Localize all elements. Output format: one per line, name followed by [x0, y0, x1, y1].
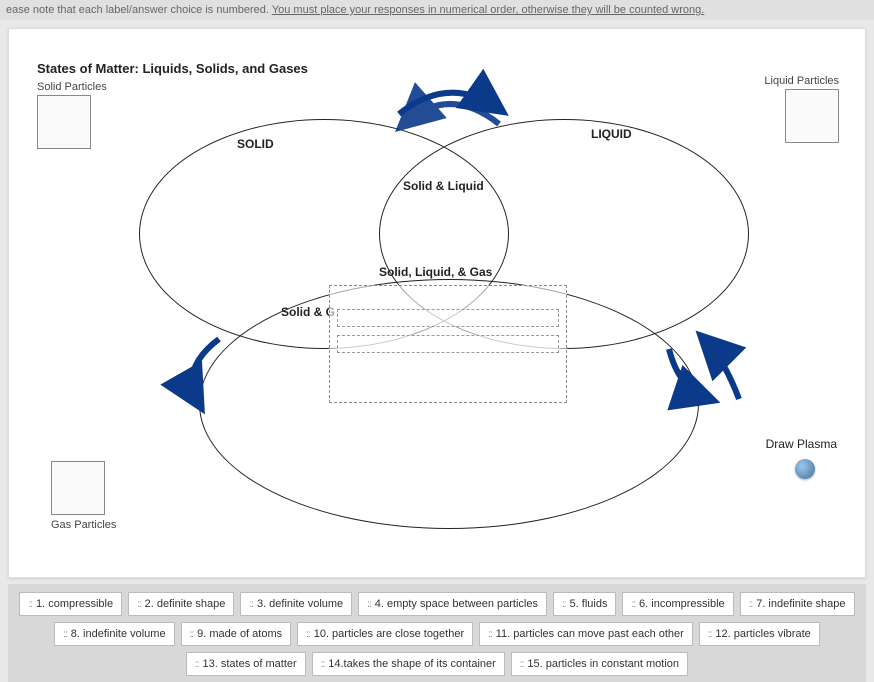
grip-icon: ::: [137, 599, 141, 610]
plasma-marker[interactable]: [795, 459, 815, 479]
choice-9[interactable]: ::9. made of atoms: [181, 622, 292, 646]
choice-text: 13. states of matter: [203, 658, 297, 670]
center-slot-2[interactable]: [337, 335, 559, 353]
choice-text: 5. fluids: [570, 598, 608, 610]
grip-icon: ::: [488, 629, 492, 640]
grip-icon: ::: [708, 629, 712, 640]
choice-12[interactable]: ::12. particles vibrate: [699, 622, 820, 646]
choice-10[interactable]: ::10. particles are close together: [297, 622, 473, 646]
choice-5[interactable]: ::5. fluids: [553, 592, 616, 616]
solid-particles-label: Solid Particles: [37, 81, 107, 93]
choice-2[interactable]: ::2. definite shape: [128, 592, 234, 616]
grip-icon: ::: [28, 599, 32, 610]
choice-1[interactable]: ::1. compressible: [19, 592, 122, 616]
instruction-prefix: ease note that each label/answer choice …: [6, 4, 272, 16]
choice-text: 3. definite volume: [257, 598, 343, 610]
choice-text: 12. particles vibrate: [715, 628, 810, 640]
solid-particles-dropzone[interactable]: [37, 95, 91, 149]
solid-label: SOLID: [237, 137, 274, 151]
grip-icon: ::: [195, 659, 199, 670]
grip-icon: ::: [631, 599, 635, 610]
grip-icon: ::: [562, 599, 566, 610]
solid-liquid-gas-label: Solid, Liquid, & Gas: [379, 265, 492, 279]
choice-text: 15. particles in constant motion: [527, 658, 679, 670]
choice-7[interactable]: ::7. indefinite shape: [740, 592, 855, 616]
instruction-underlined: You must place your responses in numeric…: [272, 4, 705, 16]
diagram-workspace[interactable]: States of Matter: Liquids, Solids, and G…: [8, 28, 866, 578]
solid-gas-label: Solid & G: [281, 305, 335, 319]
choice-text: 9. made of atoms: [197, 628, 282, 640]
choice-text: 6. incompressible: [639, 598, 725, 610]
gas-particles-dropzone[interactable]: [51, 461, 105, 515]
center-slot-1[interactable]: [337, 309, 559, 327]
grip-icon: ::: [367, 599, 371, 610]
choice-text: 7. indefinite shape: [756, 598, 845, 610]
grip-icon: ::: [321, 659, 325, 670]
liquid-label: LIQUID: [591, 127, 632, 141]
choice-text: 11. particles can move past each other: [496, 628, 684, 640]
choice-13[interactable]: ::13. states of matter: [186, 652, 306, 676]
draw-plasma-label: Draw Plasma: [766, 437, 837, 451]
choice-4[interactable]: ::4. empty space between particles: [358, 592, 547, 616]
choice-11[interactable]: ::11. particles can move past each other: [479, 622, 693, 646]
gas-particles-label: Gas Particles: [51, 519, 116, 531]
choice-text: 4. empty space between particles: [375, 598, 538, 610]
choice-text: 1. compressible: [36, 598, 113, 610]
choice-3[interactable]: ::3. definite volume: [240, 592, 352, 616]
grip-icon: ::: [520, 659, 524, 670]
answer-bank: ::1. compressible ::2. definite shape ::…: [8, 584, 866, 682]
liquid-particles-dropzone[interactable]: [785, 89, 839, 143]
instruction-bar: ease note that each label/answer choice …: [0, 0, 874, 20]
choice-text: 2. definite shape: [145, 598, 226, 610]
choice-text: 14.takes the shape of its container: [328, 658, 496, 670]
choice-14[interactable]: ::14.takes the shape of its container: [312, 652, 505, 676]
choice-8[interactable]: ::8. indefinite volume: [54, 622, 174, 646]
solid-liquid-label: Solid & Liquid: [403, 179, 484, 193]
choice-text: 10. particles are close together: [314, 628, 464, 640]
choice-text: 8. indefinite volume: [71, 628, 166, 640]
liquid-particles-label: Liquid Particles: [764, 75, 839, 87]
grip-icon: ::: [306, 629, 310, 640]
grip-icon: ::: [249, 599, 253, 610]
grip-icon: ::: [190, 629, 194, 640]
choice-15[interactable]: ::15. particles in constant motion: [511, 652, 688, 676]
grip-icon: ::: [749, 599, 753, 610]
choice-6[interactable]: ::6. incompressible: [622, 592, 733, 616]
worksheet-title: States of Matter: Liquids, Solids, and G…: [37, 61, 308, 76]
grip-icon: ::: [63, 629, 67, 640]
